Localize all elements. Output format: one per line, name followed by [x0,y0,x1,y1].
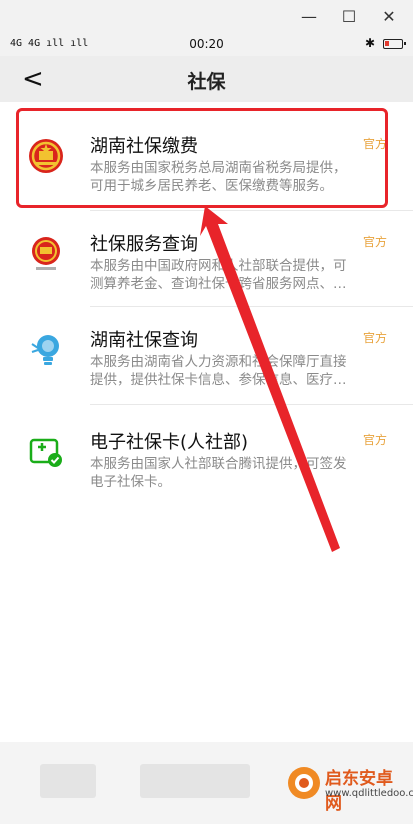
divider [90,404,413,405]
maximize-button[interactable]: ☐ [336,4,362,28]
highlight-box [16,108,388,208]
gov-emblem-icon [32,237,60,270]
official-badge: 官方 [362,235,387,249]
window-title-bar: — ☐ ✕ [0,0,413,34]
status-time: 00:20 [189,37,224,51]
watermark-url: www.qdlittledoo.com [325,788,413,799]
maximize-icon: ☐ [341,6,357,26]
battery-icon [383,39,406,49]
item-name: 电子社保卡(人社部) [90,432,249,453]
item-description: 本服务由中国政府网和人社部联合提供，可 测算养老金、查询社保卡跨省服务网点、… [90,258,347,292]
close-button[interactable]: ✕ [376,4,402,28]
status-bar: 4G 4G ıll ıll 00:20 ✱ [0,34,413,56]
official-badge: 官方 [362,331,387,345]
item-name: 社保服务查询 [90,234,198,255]
minimize-button[interactable]: — [296,4,322,28]
item-description: 本服务由国家人社部联合腾讯提供，可签发 电子社保卡。 [90,456,347,490]
watermark: 启东安卓网 www.qdlittledoo.com [285,762,413,814]
item-name: 湖南社保查询 [90,330,198,351]
blurred-area [40,764,96,798]
watermark-logo-icon [288,767,320,799]
list-item-hunan-social-security-query[interactable]: 湖南社保查询 官方 本服务由湖南省人力资源和社会保障厅直接 提供，提供社保卡信息… [0,306,413,406]
close-icon: ✕ [382,6,396,26]
social-security-card-icon [29,438,62,467]
minimize-icon: — [301,6,317,26]
bluetooth-icon: ✱ [364,36,375,50]
blurred-area [140,764,250,798]
page-title: 社保 [187,71,226,93]
list-item-electronic-social-security-card[interactable]: 电子社保卡(人社部) 官方 本服务由国家人社部联合腾讯提供，可签发 电子社保卡。 [0,408,413,508]
official-badge: 官方 [362,433,387,447]
bottom-bar: 启东安卓网 www.qdlittledoo.com [0,742,413,824]
page-header: < 社保 [0,56,413,102]
item-description: 本服务由湖南省人力资源和社会保障厅直接 提供，提供社保卡信息、参保信息、医疗… [90,354,347,388]
list-item-social-security-service-query[interactable]: 社保服务查询 官方 本服务由中国政府网和人社部联合提供，可 测算养老金、查询社保… [0,210,413,310]
lightbulb-icon [31,335,59,365]
